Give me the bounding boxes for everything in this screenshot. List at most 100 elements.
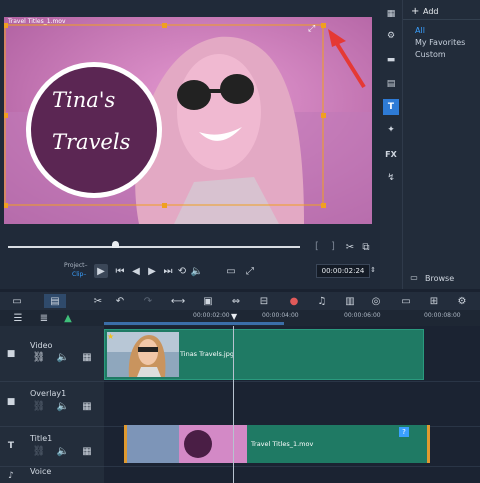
scrub-bar[interactable] (8, 246, 300, 248)
motion-tracking-icon[interactable]: ▥ (344, 295, 356, 307)
ruler-range (104, 322, 284, 325)
track-visibility-icon[interactable]: ▦ (82, 446, 92, 457)
link-icon[interactable]: ⛓ (33, 352, 46, 363)
undo-icon[interactable]: ↶ (114, 295, 126, 307)
voice-track-icon[interactable]: ♪ (4, 470, 18, 482)
title-clip-thumb-2 (179, 425, 247, 463)
video-clip[interactable]: ★ Tinas Travels.jpg (104, 329, 424, 380)
track-header-title1: T Title1 ⛓ 🔈 ▦ (0, 426, 104, 467)
track-name: Video (30, 341, 53, 350)
mark-out-icon[interactable]: ] (328, 241, 338, 252)
preview-image: ⤢ (4, 17, 372, 224)
end-icon[interactable]: ⏭ (162, 265, 174, 277)
clip-mode-label[interactable]: Clip– (72, 271, 86, 278)
next-frame-icon[interactable]: ▶ (146, 265, 158, 277)
zoom-fit-icon[interactable]: ▭ (400, 295, 412, 307)
split-clip-icon[interactable]: ✂ (344, 241, 356, 253)
audio-mixer-icon[interactable]: ♫ (316, 295, 328, 307)
transition-icon[interactable]: ▬ (383, 52, 399, 68)
playhead-line[interactable] (233, 326, 234, 483)
category-all[interactable]: All (415, 26, 425, 35)
ruler-label: 00:00:08:00 (424, 312, 461, 319)
multicam-icon[interactable]: ⇔ (230, 295, 242, 307)
add-icon[interactable]: + (411, 6, 419, 17)
svg-text:⤢: ⤢ (307, 24, 315, 34)
track-manager-icon[interactable]: ⟷ (171, 295, 185, 307)
tools-icon[interactable]: ✂ (92, 295, 104, 307)
timecode-display[interactable]: 00:00:02:24 (316, 264, 370, 278)
track-header-video: ■ Video ⛓ 🔈 ▦ (0, 326, 104, 382)
project-mode-label[interactable]: Project– (64, 262, 88, 269)
track-header-overlay1: ■ Overlay1 ⛓ 🔈 ▦ (0, 381, 104, 427)
time-remap-icon[interactable]: ⊟ (258, 295, 270, 307)
ripple-edit-icon[interactable]: ≣ (38, 312, 50, 324)
storyboard-view-icon[interactable]: ▭ (10, 295, 24, 307)
title-library-panel: + Add All My Favorites Custom ▭ Browse (402, 0, 480, 290)
fullscreen-icon[interactable]: ⤢ (244, 265, 256, 277)
browse-button[interactable]: Browse (425, 274, 454, 283)
scrub-handle[interactable] (112, 241, 119, 248)
ruler-label: 00:00:06:00 (344, 312, 381, 319)
add-marker-icon[interactable]: ▲ (62, 312, 74, 324)
divider (403, 19, 480, 20)
track-divider (104, 466, 480, 467)
preview-video[interactable]: ⤢ (4, 17, 372, 224)
mask-creator-icon[interactable]: ◎ (370, 295, 382, 307)
track-headers: ■ Video ⛓ 🔈 ▦ ■ Overlay1 ⛓ 🔈 ▦ T Title1 … (0, 326, 104, 483)
browse-icon[interactable]: ▭ (409, 272, 419, 282)
aspect-ratio-icon[interactable]: ▭ (224, 265, 238, 277)
link-icon[interactable]: ⛓ (33, 401, 46, 412)
volume-icon[interactable]: 🔈 (191, 265, 203, 277)
settings-icon[interactable]: ⚙ (456, 295, 468, 307)
enlarge-icon[interactable]: ⧉ (360, 241, 372, 253)
mute-icon[interactable]: 🔈 (57, 401, 69, 412)
playhead-marker[interactable]: ▼ (231, 312, 237, 321)
title-text-line1[interactable]: Tina's (52, 88, 115, 112)
timeline-ruler[interactable]: ☰ ≣ ▲ 00:00:02:00 00:00:04:00 00:00:06:0… (0, 310, 480, 327)
add-button[interactable]: Add (423, 7, 439, 16)
timeline-view-icon[interactable]: ▤ (44, 294, 66, 308)
repeat-icon[interactable]: ⟲ (176, 265, 188, 277)
subtitle-editor-icon[interactable]: ▣ (202, 295, 214, 307)
title-text-line2[interactable]: Travels (52, 130, 130, 154)
show-all-tracks-icon[interactable]: ☰ (12, 312, 24, 324)
title-clip-name: Travel Titles_1.mov (251, 440, 314, 448)
ruler-label: 00:00:04:00 (262, 312, 299, 319)
timeline-toolbar: ▭ ▤ ✂ ↶ ↷ ⟷ ▣ ⇔ ⊟ ● ♫ ▥ ◎ ▭ ⊞ ⚙ (0, 292, 480, 310)
track-visibility-icon[interactable]: ▦ (82, 401, 92, 412)
track-divider (104, 381, 480, 382)
timecode-stepper[interactable]: ⇕ (369, 263, 377, 277)
library-toolbar: ▦ ⚙ ▬ ▤ T ✦ FX ↯ (380, 0, 402, 290)
title-circle-thumb (184, 430, 212, 458)
zoom-icon[interactable]: ⊞ (428, 295, 440, 307)
track-header-voice: ♪ Voice (0, 466, 104, 483)
record-icon[interactable]: ● (288, 295, 300, 307)
graphics-icon[interactable]: ▤ (383, 76, 399, 92)
title-icon[interactable]: T (383, 99, 399, 115)
mute-icon[interactable]: 🔈 (57, 352, 69, 363)
track-name: Title1 (30, 434, 53, 443)
track-visibility-icon[interactable]: ▦ (82, 352, 92, 363)
link-icon[interactable]: ⛓ (33, 446, 46, 457)
preview-panel: ⤢ Travel Titles_1.mov Tina's Travels [ ]… (0, 0, 380, 290)
previous-frame-icon[interactable]: ◀ (130, 265, 142, 277)
fx-icon[interactable]: FX (383, 146, 399, 162)
mute-icon[interactable]: 🔈 (57, 446, 69, 457)
redo-icon[interactable]: ↷ (142, 295, 154, 307)
title-track-icon[interactable]: T (4, 440, 18, 452)
category-custom[interactable]: Custom (415, 50, 446, 59)
category-my-favorites[interactable]: My Favorites (415, 38, 465, 47)
filter-icon[interactable]: ✦ (383, 122, 399, 138)
video-track-icon[interactable]: ■ (4, 348, 18, 360)
instant-project-icon[interactable]: ⚙ (383, 28, 399, 44)
play-button[interactable]: ▶ (94, 264, 108, 278)
title-clip[interactable]: Travel Titles_1.mov ? (124, 425, 430, 463)
path-icon[interactable]: ↯ (383, 170, 399, 186)
mark-in-icon[interactable]: [ (312, 241, 322, 252)
video-clip-thumbnail (107, 332, 179, 377)
home-icon[interactable]: ⏮ (114, 265, 126, 277)
video-clip-name: Tinas Travels.jpg (180, 350, 234, 358)
star-icon: ★ (107, 332, 115, 341)
overlay-track-icon[interactable]: ■ (4, 396, 18, 408)
media-icon[interactable]: ▦ (383, 6, 399, 22)
